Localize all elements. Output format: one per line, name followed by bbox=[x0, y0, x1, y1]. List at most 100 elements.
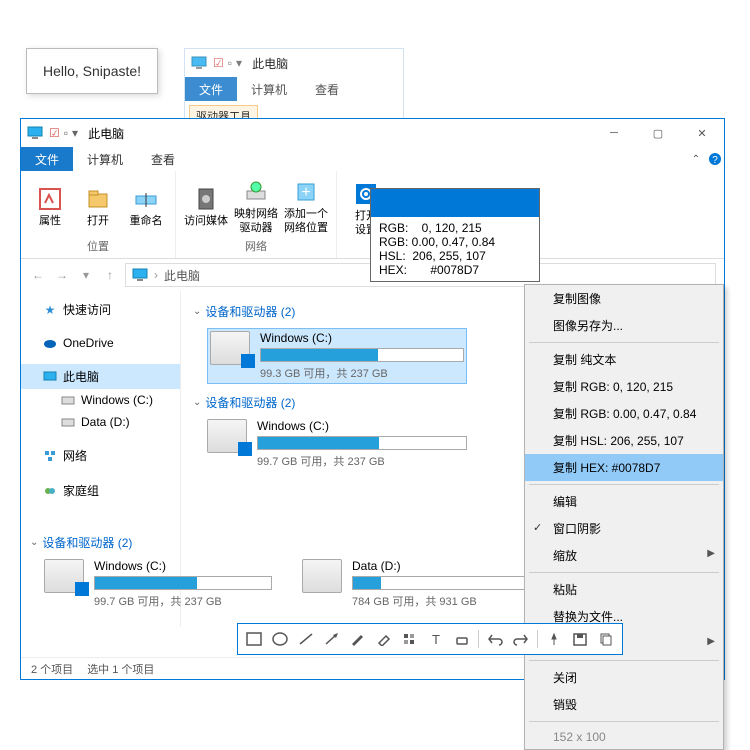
cloud-icon bbox=[43, 336, 57, 350]
recent-dropdown[interactable]: ▾ bbox=[77, 268, 95, 282]
status-item-count: 2 个项目 bbox=[31, 661, 73, 677]
menu-copy-hsl[interactable]: 复制 HSL: 206, 255, 107 bbox=[525, 427, 723, 454]
snipaste-toolbar: T bbox=[237, 623, 623, 655]
color-swatch bbox=[371, 189, 539, 217]
tool-redo[interactable] bbox=[509, 628, 533, 650]
tool-copy[interactable] bbox=[594, 628, 618, 650]
qat-dropdown-icon[interactable]: ▾ bbox=[72, 126, 78, 140]
menu-destroy[interactable]: 销毁 bbox=[525, 691, 723, 718]
color-rgbf: RGB: 0.00, 0.47, 0.84 bbox=[379, 235, 531, 249]
tool-pin[interactable] bbox=[542, 628, 566, 650]
up-button[interactable]: ↑ bbox=[101, 268, 119, 282]
tool-ellipse[interactable] bbox=[268, 628, 292, 650]
sidebar-drive-d[interactable]: Data (D:) bbox=[21, 411, 180, 433]
maximize-button[interactable]: ▢ bbox=[636, 119, 680, 147]
chevron-down-icon: ⌄ bbox=[30, 537, 38, 548]
color-inspector[interactable]: RGB: 0, 120, 215 RGB: 0.00, 0.47, 0.84 H… bbox=[370, 188, 540, 282]
tool-rectangle[interactable] bbox=[242, 628, 266, 650]
homegroup-icon bbox=[43, 484, 57, 498]
drive-c[interactable]: Windows (C:) 99.7 GB 可用，共 237 GB bbox=[207, 419, 467, 469]
section-devices-drives-3[interactable]: ⌄ 设备和驱动器 (2) bbox=[30, 534, 530, 551]
menu-separator bbox=[529, 484, 719, 485]
tool-line[interactable] bbox=[294, 628, 318, 650]
dropdown-icon: ▾ bbox=[236, 56, 242, 70]
tab-view[interactable]: 查看 bbox=[301, 77, 353, 101]
menu-window-shadow[interactable]: ✓窗口阴影 bbox=[525, 515, 723, 542]
tool-marker[interactable] bbox=[372, 628, 396, 650]
usage-bar bbox=[260, 348, 464, 362]
menu-paste[interactable]: 粘贴 bbox=[525, 576, 723, 603]
tool-text[interactable]: T bbox=[424, 628, 448, 650]
menu-zoom[interactable]: 缩放▶ bbox=[525, 542, 723, 569]
ribbon-group-network: 网络 bbox=[184, 238, 328, 254]
usage-bar bbox=[352, 576, 530, 590]
drive-icon bbox=[61, 415, 75, 429]
sidebar-this-pc[interactable]: 此电脑 bbox=[21, 364, 180, 389]
drives-floating-panel: ⌄ 设备和驱动器 (2) Windows (C:) 99.7 GB 可用，共 2… bbox=[30, 530, 530, 619]
context-menu: 复制图像 图像另存为... 复制 纯文本 复制 RGB: 0, 120, 215… bbox=[524, 284, 724, 750]
qat-check-icon[interactable]: ☑ bbox=[49, 126, 60, 140]
minimize-button[interactable]: ─ bbox=[592, 119, 636, 147]
drive-icon bbox=[61, 393, 75, 407]
tool-mosaic[interactable] bbox=[398, 628, 422, 650]
drive-icon bbox=[44, 559, 84, 593]
sidebar-homegroup[interactable]: 家庭组 bbox=[21, 478, 180, 503]
tool-arrow[interactable] bbox=[320, 628, 344, 650]
ribbon-add-location[interactable]: +添加一个 网络位置 bbox=[284, 178, 328, 234]
menu-copy-rgb[interactable]: 复制 RGB: 0, 120, 215 bbox=[525, 373, 723, 400]
monitor-icon bbox=[191, 55, 207, 71]
star-icon: ★ bbox=[43, 303, 57, 317]
ribbon-access-media[interactable]: 访问媒体 bbox=[184, 185, 228, 228]
menu-save-image-as[interactable]: 图像另存为... bbox=[525, 312, 723, 339]
menu-copy-rgbf[interactable]: 复制 RGB: 0.00, 0.47, 0.84 bbox=[525, 400, 723, 427]
tab-file[interactable]: 文件 bbox=[21, 147, 73, 171]
tool-save[interactable] bbox=[568, 628, 592, 650]
network-icon bbox=[43, 449, 57, 463]
toolbar-separator bbox=[537, 630, 538, 648]
tab-computer[interactable]: 计算机 bbox=[73, 147, 137, 171]
menu-separator bbox=[529, 572, 719, 573]
menu-edit[interactable]: 编辑 bbox=[525, 488, 723, 515]
tool-eraser[interactable] bbox=[450, 628, 474, 650]
monitor-icon bbox=[43, 370, 57, 384]
tool-pencil[interactable] bbox=[346, 628, 370, 650]
help-icon[interactable]: ? bbox=[706, 147, 724, 171]
menu-copy-hex[interactable]: 复制 HEX: #0078D7 bbox=[525, 454, 723, 481]
ribbon-map-drive[interactable]: 映射网络 驱动器 bbox=[234, 178, 278, 234]
snipaste-note[interactable]: Hello, Snipaste! bbox=[26, 48, 158, 94]
ribbon-open[interactable]: 打开 bbox=[77, 185, 119, 228]
ribbon-rename[interactable]: 重命名 bbox=[125, 185, 167, 228]
menu-copy-plain[interactable]: 复制 纯文本 bbox=[525, 346, 723, 373]
menu-copy-image[interactable]: 复制图像 bbox=[525, 285, 723, 312]
tab-file[interactable]: 文件 bbox=[185, 77, 237, 101]
qat-folder-icon[interactable]: ▫ bbox=[64, 126, 68, 140]
menu-close[interactable]: 关闭 bbox=[525, 664, 723, 691]
drive-d-float[interactable]: Data (D:) 784 GB 可用，共 931 GB bbox=[302, 559, 530, 609]
drive-c-float[interactable]: Windows (C:) 99.7 GB 可用，共 237 GB bbox=[44, 559, 272, 609]
svg-text:T: T bbox=[432, 632, 440, 646]
drive-icon bbox=[302, 559, 342, 593]
drive-icon bbox=[207, 419, 247, 453]
sidebar-quick-access[interactable]: ★快速访问 bbox=[21, 297, 180, 322]
monitor-icon bbox=[27, 125, 43, 141]
sidebar-onedrive[interactable]: OneDrive bbox=[21, 332, 180, 354]
drive-c-selected[interactable]: Windows (C:) 99.3 GB 可用，共 237 GB bbox=[207, 328, 467, 384]
tool-undo[interactable] bbox=[483, 628, 507, 650]
menu-separator bbox=[529, 721, 719, 722]
tab-computer[interactable]: 计算机 bbox=[237, 77, 301, 101]
menu-separator bbox=[529, 660, 719, 661]
tab-view[interactable]: 查看 bbox=[137, 147, 189, 171]
ribbon-collapse-icon[interactable]: ⌃ bbox=[686, 147, 706, 171]
window-title: 此电脑 bbox=[88, 125, 124, 142]
color-rgb: RGB: 0, 120, 215 bbox=[379, 221, 531, 235]
forward-button[interactable]: → bbox=[53, 268, 71, 282]
check-icon: ✓ bbox=[533, 521, 542, 534]
close-button[interactable]: ✕ bbox=[680, 119, 724, 147]
ribbon-properties[interactable]: 属性 bbox=[29, 185, 71, 228]
ribbon-group-location: 位置 bbox=[29, 238, 167, 254]
sidebar-network[interactable]: 网络 bbox=[21, 443, 180, 468]
note-text: Hello, Snipaste! bbox=[43, 63, 141, 79]
back-button[interactable]: ← bbox=[29, 268, 47, 282]
sidebar-drive-c[interactable]: Windows (C:) bbox=[21, 389, 180, 411]
submenu-arrow-icon: ▶ bbox=[707, 636, 715, 647]
